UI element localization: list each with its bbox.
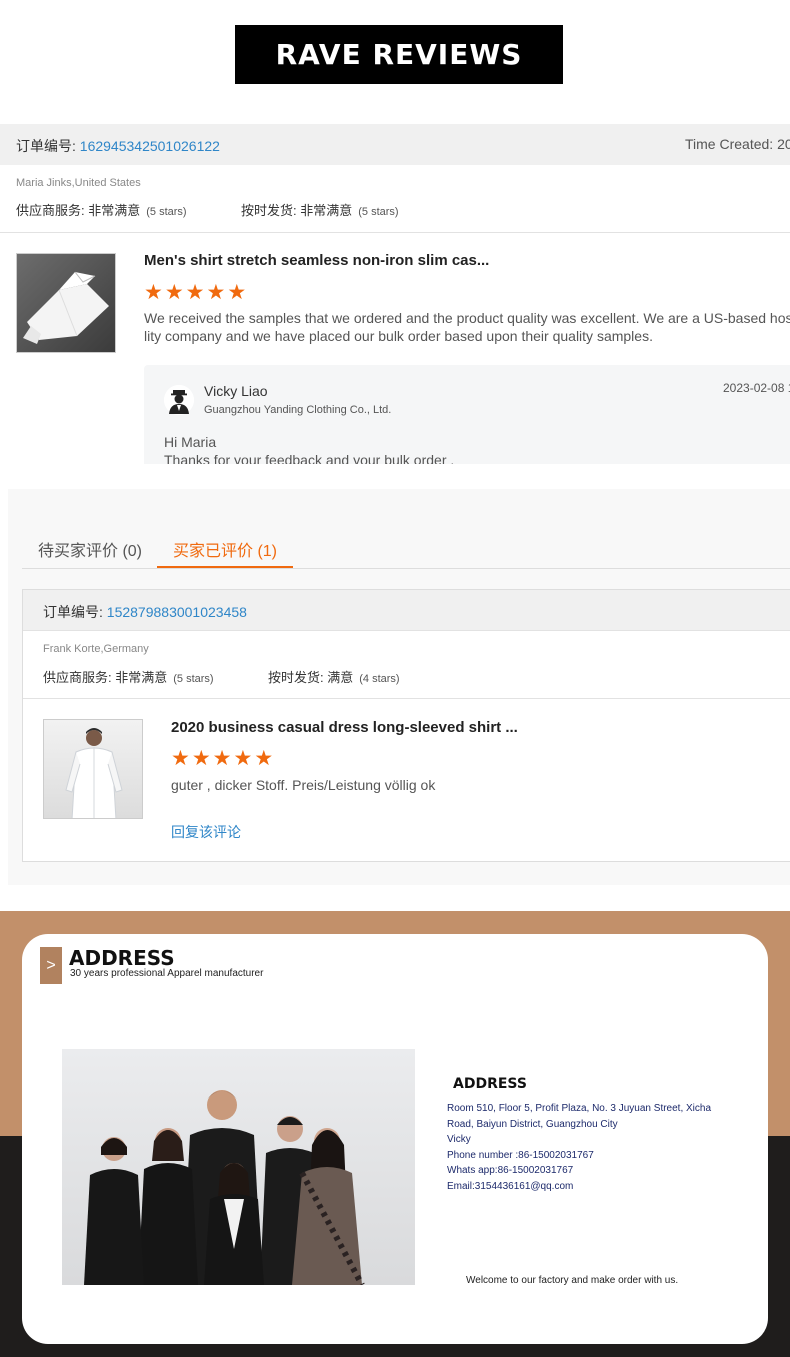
review-text: guter , dicker Stoff. Preis/Leistung völ… [171, 777, 436, 793]
star-icon: ★ [212, 747, 232, 770]
rave-reviews-banner: RAVE REVIEWS [235, 25, 563, 84]
review-tabs: 待买家评价 (0) 买家已评价 (1) [22, 526, 790, 569]
chevron-right-icon: > [40, 947, 62, 984]
time-created: Time Created: 20 [685, 136, 790, 152]
address-details: Room 510, Floor 5, Profit Plaza, No. 3 J… [447, 1101, 711, 1194]
email-address: Email:3154436161@qq.com [447, 1180, 574, 1192]
order-label: 订单编号: [43, 604, 107, 620]
product-thumbnail[interactable] [43, 719, 143, 819]
team-photo [62, 1049, 415, 1285]
supplier-service-rating: 供应商服务: 非常满意 (5 stars) [16, 203, 187, 218]
order-number-link[interactable]: 152879883001023458 [107, 604, 247, 620]
star-icon: ★ [254, 747, 274, 770]
contact-name: Vicky [447, 1134, 471, 1145]
active-tab-indicator [157, 566, 293, 568]
star-icon: ★ [164, 281, 184, 304]
reply-author-name: Vicky Liao [204, 383, 268, 399]
star-rating: ★ ★ ★ ★ ★ [144, 282, 246, 303]
star-rating: ★ ★ ★ ★ ★ [171, 748, 273, 769]
shipping-rating: 按时发货: 非常满意 (5 stars) [241, 203, 399, 218]
whatsapp-number: Whats app:86-15002031767 [447, 1165, 574, 1176]
buyer-name: Maria Jinks,United States [16, 177, 141, 189]
star-icon: ★ [227, 281, 247, 304]
star-icon: ★ [185, 281, 205, 304]
star-icon: ★ [233, 747, 253, 770]
address-line: Road, Baiyun District, Guangzhou City [447, 1118, 618, 1130]
address-card: > ADDRESS 30 years professional Apparel … [22, 934, 768, 1344]
order-header: 订单编号: 152879883001023458 [23, 590, 790, 631]
tab-pending-review[interactable]: 待买家评价 (0) [38, 537, 142, 561]
star-icon: ★ [191, 747, 211, 770]
avatar [164, 385, 194, 415]
product-thumbnail[interactable] [16, 253, 116, 353]
tab-reviewed[interactable]: 买家已评价 (1) [173, 537, 277, 561]
white-shirt-image [23, 271, 109, 344]
reply-company: Guangzhou Yanding Clothing Co., Ltd. [204, 404, 392, 416]
reply-message: Hi Maria Thanks for your feedback and yo… [164, 434, 455, 464]
star-icon: ★ [144, 281, 163, 304]
shipping-rating: 按时发货: 满意 (4 stars) [268, 670, 400, 685]
product-title[interactable]: 2020 business casual dress long-sleeved … [171, 719, 518, 736]
address-heading: ADDRESS [69, 946, 175, 970]
banner-title: RAVE REVIEWS [275, 38, 523, 71]
review-text: We received the samples that we ordered … [144, 310, 790, 344]
model-shirt-image [65, 728, 123, 818]
address-info-title: ADDRESS [453, 1076, 527, 1092]
review-card: 订单编号: 152879883001023458 Frank Korte,Ger… [22, 589, 790, 862]
agent-avatar-icon [164, 385, 194, 415]
divider [0, 232, 790, 233]
phone-number: Phone number :86-15002031767 [447, 1149, 594, 1161]
product-title[interactable]: Men's shirt stretch seamless non-iron sl… [144, 252, 489, 269]
star-icon: ★ [171, 747, 190, 770]
address-subheading: 30 years professional Apparel manufactur… [70, 968, 264, 979]
divider [23, 698, 790, 699]
address-line: Room 510, Floor 5, Profit Plaza, No. 3 J… [447, 1103, 712, 1114]
buyer-name: Frank Korte,Germany [43, 643, 149, 655]
supplier-reply: Vicky Liao Guangzhou Yanding Clothing Co… [144, 365, 790, 464]
supplier-service-rating: 供应商服务: 非常满意 (5 stars) [43, 670, 214, 685]
order-label: 订单编号: [16, 138, 80, 154]
reply-to-review-link[interactable]: 回复该评论 [171, 822, 241, 842]
reply-date: 2023-02-08 1 [723, 381, 790, 395]
order-number-link[interactable]: 162945342501026122 [80, 138, 220, 154]
order-header: 订单编号: 162945342501026122 Time Created: 2… [0, 124, 790, 165]
star-icon: ★ [206, 281, 226, 304]
team-group-image [84, 1090, 365, 1285]
welcome-text: Welcome to our factory and make order wi… [466, 1275, 679, 1286]
